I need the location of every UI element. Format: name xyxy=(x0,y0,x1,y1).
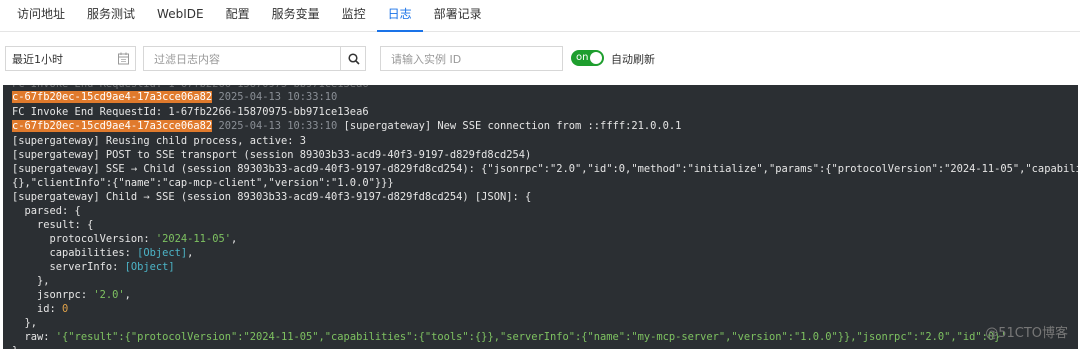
instance-id-placeholder: 请输入实例 ID xyxy=(391,52,462,66)
json-string-value: '2.0' xyxy=(93,289,125,301)
log-line: [supergateway] Child → SSE (session 8930… xyxy=(12,191,532,203)
toggle-knob xyxy=(590,52,602,64)
json-object-value: [Object] xyxy=(137,247,188,259)
log-line: id: 0 xyxy=(12,303,69,315)
log-line: jsonrpc: '2.0', xyxy=(12,289,131,301)
log-line: c-67fb20ec-15cd9ae4-17a3cce06a82 2025-04… xyxy=(12,91,337,104)
tab-bar: 访问地址 服务测试 WebIDE 配置 服务变量 监控 日志 部署记录 xyxy=(0,0,1080,32)
toggle-on-label: on xyxy=(576,52,589,63)
tab-access-address[interactable]: 访问地址 xyxy=(6,0,76,31)
log-line: } xyxy=(12,345,18,349)
time-range-value: 最近1小时 xyxy=(12,52,63,66)
log-line: protocolVersion: '2024-11-05', xyxy=(12,233,238,245)
log-line: parsed: { xyxy=(12,205,81,217)
log-console[interactable]: FC Invoke End RequestId: 1-67fb2266-1587… xyxy=(3,85,1078,349)
log-timestamp: 2025-04-13 10:33:10 xyxy=(218,91,338,103)
log-line: serverInfo: [Object] xyxy=(12,261,175,273)
tab-deploy-records[interactable]: 部署记录 xyxy=(423,0,493,31)
tab-service-test[interactable]: 服务测试 xyxy=(76,0,146,31)
instance-id-input[interactable]: 请输入实例 ID xyxy=(380,46,563,71)
log-line: result: { xyxy=(12,219,94,231)
log-line: [supergateway] SSE → Child (session 8930… xyxy=(12,163,1078,175)
log-line: capabilities: [Object], xyxy=(12,247,194,259)
auto-refresh-label: 自动刷新 xyxy=(611,53,655,66)
tab-config[interactable]: 配置 xyxy=(215,0,261,31)
log-timestamp: 2025-04-13 10:33:10 xyxy=(218,120,338,132)
log-line: }, xyxy=(12,317,38,329)
json-string-value: '2024-11-05' xyxy=(155,233,231,245)
json-number-value: 0 xyxy=(62,303,69,315)
tab-monitoring[interactable]: 监控 xyxy=(331,0,377,31)
log-filter-placeholder: 过滤日志内容 xyxy=(154,52,220,66)
search-button[interactable] xyxy=(340,46,367,71)
log-filter-input[interactable]: 过滤日志内容 xyxy=(143,46,366,71)
log-line: raw: '{"result":{"protocolVersion":"2024… xyxy=(12,331,1007,343)
tab-logs[interactable]: 日志 xyxy=(376,0,423,32)
log-line: FC Invoke End RequestId: 1-67fb2266-1587… xyxy=(12,106,369,118)
json-string-value: '{"result":{"protocolVersion":"2024-11-0… xyxy=(55,331,1007,343)
log-line: c-67fb20ec-15cd9ae4-17a3cce06a82 2025-04… xyxy=(12,120,681,133)
request-id-badge: c-67fb20ec-15cd9ae4-17a3cce06a82 xyxy=(12,91,213,103)
log-toolbar: 最近1小时 过滤日志内容 请输入实例 ID on 自动刷新 xyxy=(0,46,1080,72)
log-line: [supergateway] POST to SSE transport (se… xyxy=(12,149,532,161)
auto-refresh-toggle[interactable]: on xyxy=(571,50,604,66)
request-id-badge: c-67fb20ec-15cd9ae4-17a3cce06a82 xyxy=(12,120,213,132)
log-message: [supergateway] New SSE connection from :… xyxy=(343,120,682,132)
log-line: }, xyxy=(12,275,50,287)
watermark: @51CTO博客 xyxy=(985,326,1068,341)
time-range-select[interactable]: 最近1小时 xyxy=(5,46,136,71)
tab-service-variables[interactable]: 服务变量 xyxy=(261,0,331,31)
log-line: {},"clientInfo":{"name":"cap-mcp-client"… xyxy=(12,177,394,189)
calendar-icon xyxy=(118,52,129,65)
log-line: [supergateway] Reusing child process, ac… xyxy=(12,135,307,147)
tab-webide[interactable]: WebIDE xyxy=(146,0,215,31)
json-object-value: [Object] xyxy=(124,261,175,273)
search-icon xyxy=(348,52,360,65)
